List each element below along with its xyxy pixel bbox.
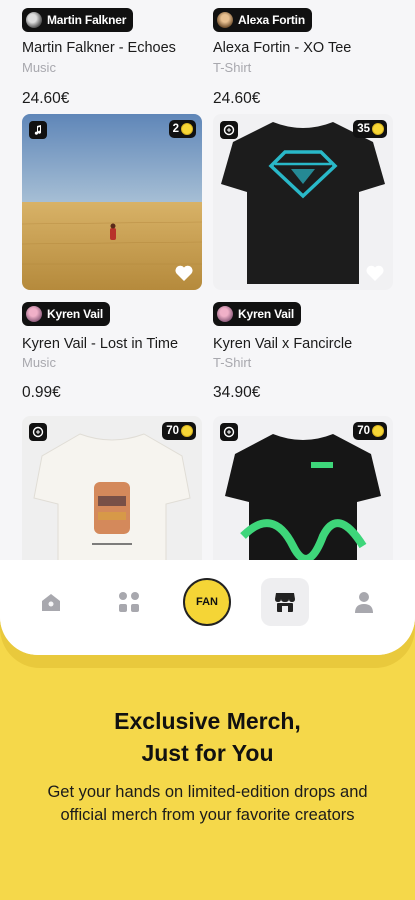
product-price: 34.90€ [213,384,261,401]
avatar [217,12,233,28]
shop-icon [275,593,295,612]
coin-count: 70 [166,425,179,437]
promo-body: Get your hands on limited-edition drops … [47,783,368,824]
creator-chip[interactable]: Martin Falkner [22,8,134,32]
product-image[interactable]: 70 [22,416,202,560]
nav-home[interactable] [27,578,75,626]
creator-name: Martin Falkner [47,13,127,27]
promo-title: Exclusive Merch, Just for You [0,705,415,769]
home-icon [42,594,60,611]
merch-shirt-icon [220,423,238,441]
promo-section: Exclusive Merch, Just for You Get your h… [0,705,415,827]
coin-count-badge: 2 [168,120,196,138]
coin-icon [181,123,193,135]
coin-count-badge: 70 [162,422,196,440]
coin-count: 70 [357,425,370,437]
product-title: Alexa Fortin - XO Tee [213,40,352,56]
product-image[interactable]: 70 [213,416,393,560]
nav-profile[interactable] [340,578,388,626]
phone-screen: Martin Falkner Martin Falkner - Echoes M… [0,0,415,655]
merch-shirt-icon [29,423,47,441]
heart-icon[interactable] [174,264,194,282]
avatar [217,306,233,322]
coin-count-badge: 70 [353,422,387,440]
creator-name: Kyren Vail [238,307,295,321]
coin-count: 2 [172,123,179,135]
product-price: 24.60€ [22,90,70,107]
creator-chip[interactable]: Alexa Fortin [213,8,312,32]
product-category: Music [22,355,56,370]
promo-title-line1: Exclusive Merch, [114,708,301,734]
product-title: Kyren Vail x Fancircle [213,336,353,352]
nav-categories[interactable] [105,578,153,626]
coin-count: 35 [357,123,370,135]
nav-shop[interactable] [261,578,309,626]
product-grid[interactable]: Martin Falkner Martin Falkner - Echoes M… [0,0,415,560]
product-category: T-Shirt [213,355,252,370]
avatar [26,306,42,322]
creator-name: Alexa Fortin [238,13,305,27]
bottom-nav: FAN [0,560,415,655]
product-image[interactable]: 2 [22,114,202,290]
avatar [26,12,42,28]
merch-shirt-icon [220,121,238,139]
fan-label: FAN [196,596,218,608]
coin-icon [181,425,193,437]
coin-icon [372,425,384,437]
nav-fan[interactable]: FAN [183,578,231,626]
product-price: 24.60€ [213,90,261,107]
product-title: Martin Falkner - Echoes [22,40,176,56]
profile-icon [355,592,373,613]
creator-name: Kyren Vail [47,307,104,321]
music-note-icon [29,121,47,139]
promo-title-line2: Just for You [141,740,274,766]
categories-icon [119,592,139,612]
creator-chip[interactable]: Kyren Vail [22,302,111,326]
heart-icon[interactable] [365,264,385,282]
creator-chip[interactable]: Kyren Vail [213,302,302,326]
product-image[interactable]: 35 [213,114,393,290]
coin-icon [372,123,384,135]
coin-count-badge: 35 [353,120,387,138]
product-title: Kyren Vail - Lost in Time [22,336,179,352]
fan-logo: FAN [183,578,231,626]
product-category: T-Shirt [213,60,252,75]
product-category: Music [22,60,56,75]
product-price: 0.99€ [22,384,61,401]
